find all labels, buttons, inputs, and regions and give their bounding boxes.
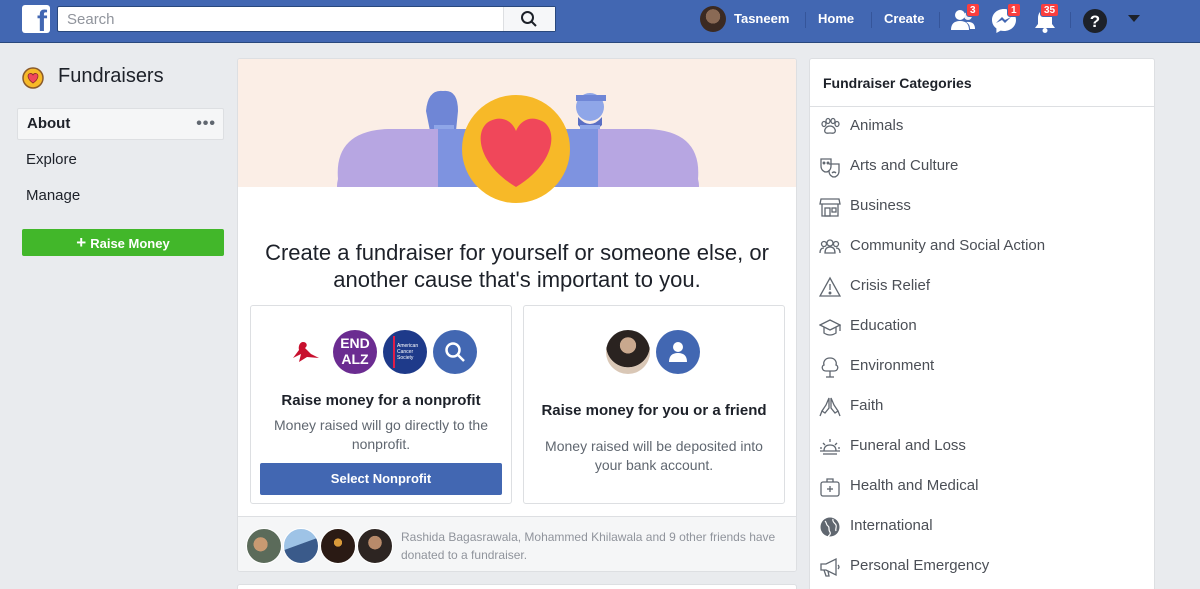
select-nonprofit-button[interactable]: Select Nonprofit bbox=[260, 463, 502, 495]
category-label: Environment bbox=[850, 357, 935, 374]
sidebar-item-label: About bbox=[27, 115, 71, 132]
nonprofit-card-description: Money raised will go directly to the non… bbox=[274, 417, 488, 452]
create-fundraiser-panel: Create a fundraiser for yourself or some… bbox=[237, 58, 797, 572]
american-cancer-society-logo: American Cancer Society bbox=[383, 330, 427, 374]
sidebar-item-manage[interactable]: Manage bbox=[17, 180, 224, 212]
category-international[interactable]: International bbox=[810, 507, 1154, 547]
sidebar-item-explore[interactable]: Explore bbox=[17, 144, 224, 176]
search-button[interactable] bbox=[503, 7, 555, 31]
fundraiser-hero-illustration bbox=[238, 90, 796, 207]
st-jude-logo-icon bbox=[293, 342, 319, 362]
notifications-badge: 35 bbox=[1040, 3, 1060, 17]
avatar bbox=[700, 6, 726, 32]
category-label: Personal Emergency bbox=[850, 557, 990, 574]
warning-triangle-icon bbox=[819, 276, 841, 297]
people-group-icon bbox=[819, 239, 841, 254]
category-animals[interactable]: Animals bbox=[810, 107, 1154, 147]
friends-donated-strip[interactable]: Rashida Bagasrawala, Mohammed Khilawala … bbox=[238, 516, 796, 571]
personal-card-description: Money raised will be deposited into your… bbox=[545, 438, 763, 473]
home-link[interactable]: Home bbox=[818, 11, 854, 26]
search-nonprofit-button[interactable] bbox=[433, 330, 477, 374]
raise-money-button[interactable]: + Raise Money bbox=[22, 229, 224, 256]
category-education[interactable]: Education bbox=[810, 307, 1154, 347]
friend-avatar bbox=[357, 528, 393, 564]
user-photo-avatar bbox=[606, 330, 650, 374]
page-title: Fundraisers bbox=[58, 65, 164, 87]
svg-text:?: ? bbox=[1090, 12, 1100, 31]
personal-card-title: Raise money for you or a friend bbox=[541, 402, 767, 419]
friend-avatar bbox=[320, 528, 356, 564]
profile-name: Tasneem bbox=[734, 11, 790, 26]
medical-kit-icon bbox=[820, 478, 840, 497]
sidebar-item-label: Manage bbox=[26, 187, 81, 204]
category-label: Arts and Culture bbox=[850, 157, 959, 174]
chevron-down-icon[interactable] bbox=[1128, 15, 1140, 23]
category-label: Business bbox=[850, 197, 911, 214]
divider bbox=[939, 12, 940, 28]
category-environment[interactable]: Environment bbox=[810, 347, 1154, 387]
graduation-cap-icon bbox=[819, 319, 841, 336]
category-label: Education bbox=[850, 317, 917, 334]
friend-requests-badge: 3 bbox=[966, 3, 980, 17]
top-navigation-bar: f Search Tasneem Home Create 3 1 35 ? bbox=[0, 0, 1200, 43]
fundraiser-categories-panel: Fundraiser Categories Animals Arts and C… bbox=[809, 58, 1155, 589]
theater-masks-icon bbox=[820, 158, 840, 178]
category-arts-and-culture[interactable]: Arts and Culture bbox=[810, 147, 1154, 187]
nonprofit-card[interactable]: END ALZ American Cancer Society Raise mon… bbox=[250, 305, 512, 504]
sidebar-item-label: Explore bbox=[26, 151, 77, 168]
praying-hands-icon bbox=[819, 397, 841, 417]
raise-money-label: Raise Money bbox=[90, 236, 170, 251]
divider bbox=[871, 12, 872, 28]
megaphone-icon bbox=[820, 557, 840, 577]
personal-card[interactable]: Raise money for you or a friend Money ra… bbox=[523, 305, 785, 504]
end-alz-text: END ALZ bbox=[340, 335, 370, 367]
sunset-icon bbox=[820, 439, 840, 455]
friend-avatar bbox=[246, 528, 282, 564]
plus-icon: + bbox=[76, 233, 87, 252]
category-label: International bbox=[850, 517, 933, 534]
category-community-and-social-action[interactable]: Community and Social Action bbox=[810, 227, 1154, 267]
divider bbox=[1070, 12, 1071, 28]
category-label: Crisis Relief bbox=[850, 277, 931, 294]
divider bbox=[805, 12, 806, 28]
fundraiser-heart-icon bbox=[22, 67, 44, 89]
friend-avatar bbox=[283, 528, 319, 564]
category-label: Community and Social Action bbox=[850, 237, 1046, 254]
facebook-logo-icon[interactable]: f bbox=[22, 5, 50, 33]
category-personal-emergency[interactable]: Personal Emergency bbox=[810, 547, 1154, 587]
category-label: Health and Medical bbox=[850, 477, 979, 494]
help-icon[interactable]: ? bbox=[1082, 8, 1108, 34]
create-fundraiser-heading: Create a fundraiser for yourself or some… bbox=[265, 240, 769, 292]
end-alz-logo: END ALZ bbox=[333, 330, 377, 374]
more-options-icon[interactable]: ••• bbox=[196, 109, 216, 139]
acs-logo-text: American Cancer Society bbox=[397, 343, 419, 361]
search-input[interactable]: Search bbox=[67, 11, 115, 28]
friend-avatar-placeholder bbox=[656, 330, 700, 374]
nonprofit-card-title: Raise money for a nonprofit bbox=[281, 392, 481, 409]
search-box[interactable]: Search bbox=[57, 6, 556, 32]
category-label: Faith bbox=[850, 397, 884, 414]
storefront-icon bbox=[819, 198, 841, 217]
category-funeral-and-loss[interactable]: Funeral and Loss bbox=[810, 427, 1154, 467]
messages-badge: 1 bbox=[1007, 3, 1021, 17]
friends-donated-text: Rashida Bagasrawala, Mohammed Khilawala … bbox=[401, 530, 776, 562]
search-icon bbox=[445, 342, 465, 362]
paw-icon bbox=[821, 117, 840, 134]
sidebar-item-about[interactable]: About ••• bbox=[17, 108, 224, 140]
next-card-edge bbox=[237, 584, 797, 589]
globe-icon bbox=[820, 517, 840, 537]
category-label: Funeral and Loss bbox=[850, 437, 966, 454]
search-icon bbox=[521, 11, 537, 27]
category-faith[interactable]: Faith bbox=[810, 387, 1154, 427]
create-link[interactable]: Create bbox=[884, 11, 924, 26]
category-crisis-relief[interactable]: Crisis Relief bbox=[810, 267, 1154, 307]
category-business[interactable]: Business bbox=[810, 187, 1154, 227]
category-label: Animals bbox=[850, 117, 904, 134]
categories-heading: Fundraiser Categories bbox=[810, 59, 1154, 107]
person-icon bbox=[669, 342, 687, 362]
category-health-and-medical[interactable]: Health and Medical bbox=[810, 467, 1154, 507]
tree-icon bbox=[821, 357, 839, 378]
